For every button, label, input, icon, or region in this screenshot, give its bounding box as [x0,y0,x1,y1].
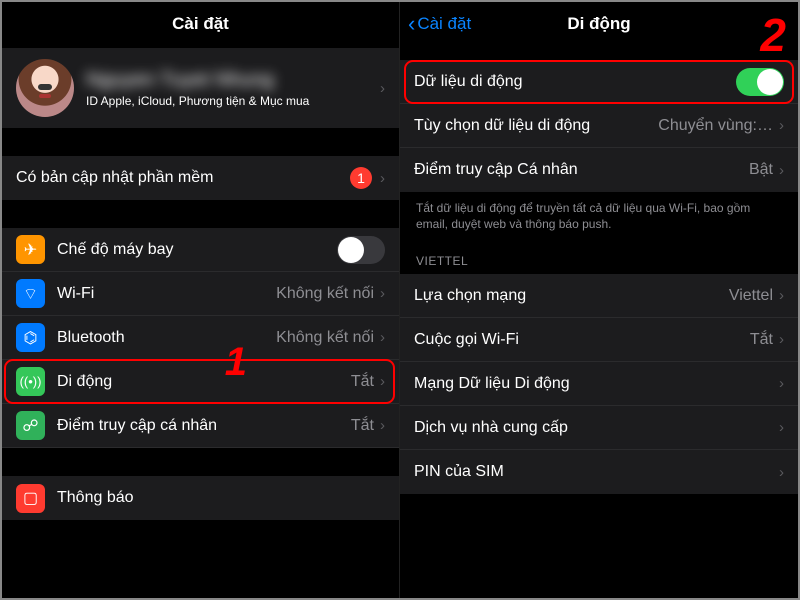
chevron-right-icon: › [380,80,385,97]
airplane-icon: ✈ [16,235,45,264]
row-value: Tắt [750,331,773,349]
avatar [16,59,74,117]
back-button[interactable]: ‹ Cài đặt [408,13,471,35]
row-label: Thông báo [57,489,385,507]
row-label: PIN của SIM [414,463,779,481]
network-selection-row[interactable]: Lựa chọn mạng Viettel › [400,274,798,318]
chevron-right-icon: › [380,170,385,187]
profile-subtitle: ID Apple, iCloud, Phương tiện & Mục mua [86,94,380,108]
notification-icon: ▢ [16,484,45,513]
row-label: Dữ liệu di động [414,73,736,91]
chevron-right-icon: › [779,331,784,348]
chevron-right-icon: › [380,285,385,302]
wifi-icon: ⌔ [16,279,45,308]
airplane-mode-row[interactable]: ✈ Chế độ máy bay [2,228,399,272]
chevron-left-icon: ‹ [408,13,415,35]
step-number: 1 [225,342,247,382]
chevron-right-icon: › [380,373,385,390]
airplane-toggle[interactable] [337,236,385,264]
settings-content: Nguyen Tuyet Nhung ID Apple, iCloud, Phư… [2,46,399,598]
data-options-row[interactable]: Tùy chọn dữ liệu di động Chuyển vùng:… › [400,104,798,148]
chevron-right-icon: › [779,117,784,134]
row-label: Chế độ máy bay [57,241,337,259]
wifi-row[interactable]: ⌔ Wi-Fi Không kết nối › [2,272,399,316]
row-value: Bật [749,161,773,179]
cellular-panel: ‹ Cài đặt Di động 2 Dữ liệu di động Tùy … [400,2,798,598]
back-label: Cài đặt [417,14,471,34]
chevron-right-icon: › [779,287,784,304]
cellular-row[interactable]: ((•)) Di động Tắt › [2,360,399,404]
badge: 1 [350,167,372,189]
sim-pin-row[interactable]: PIN của SIM › [400,450,798,494]
settings-panel: Cài đặt Nguyen Tuyet Nhung ID Apple, iCl… [2,2,400,598]
header: Cài đặt [2,2,399,46]
chevron-right-icon: › [380,329,385,346]
row-label: Wi-Fi [57,285,276,303]
chevron-right-icon: › [380,417,385,434]
row-value: Không kết nối [276,285,374,303]
chevron-right-icon: › [779,419,784,436]
hotspot-row[interactable]: ☍ Điểm truy cập cá nhân Tắt › [2,404,399,448]
chevron-right-icon: › [779,464,784,481]
chevron-right-icon: › [779,375,784,392]
header: ‹ Cài đặt Di động [400,2,798,46]
carrier-header: VIETTEL [400,236,798,274]
hotspot-icon: ☍ [16,411,45,440]
row-label: Có bản cập nhật phần mềm [16,169,350,187]
chevron-right-icon: › [779,162,784,179]
apple-id-row[interactable]: Nguyen Tuyet Nhung ID Apple, iCloud, Phư… [2,48,399,128]
footer-note: Tắt dữ liệu di động để truyền tất cả dữ … [400,192,798,236]
row-value: Tắt [351,373,374,391]
personal-hotspot-row[interactable]: Điểm truy cập Cá nhân Bật › [400,148,798,192]
row-label: Dịch vụ nhà cung cấp [414,419,779,437]
notifications-row[interactable]: ▢ Thông báo [2,476,399,520]
carrier-services-row[interactable]: Dịch vụ nhà cung cấp › [400,406,798,450]
cellular-content: Dữ liệu di động Tùy chọn dữ liệu di động… [400,46,798,598]
page-title: Di động [567,14,630,34]
bluetooth-icon: ⌬ [16,323,45,352]
profile-name: Nguyen Tuyet Nhung [86,69,380,92]
row-label: Tùy chọn dữ liệu di động [414,117,658,135]
cellular-icon: ((•)) [16,367,45,396]
profile-text: Nguyen Tuyet Nhung ID Apple, iCloud, Phư… [86,69,380,108]
page-title: Cài đặt [172,14,229,34]
bluetooth-row[interactable]: ⌬ Bluetooth Không kết nối › [2,316,399,360]
row-label: Mạng Dữ liệu Di động [414,375,779,393]
row-value: Chuyển vùng:… [658,117,773,135]
cellular-data-toggle[interactable] [736,68,784,96]
row-label: Điểm truy cập cá nhân [57,417,351,435]
row-value: Viettel [729,287,773,305]
row-label: Cuộc gọi Wi-Fi [414,331,750,349]
step-number: 2 [760,12,786,58]
row-label: Di động [57,373,351,391]
software-update-row[interactable]: Có bản cập nhật phần mềm 1 › [2,156,399,200]
data-network-row[interactable]: Mạng Dữ liệu Di động › [400,362,798,406]
row-label: Điểm truy cập Cá nhân [414,161,749,179]
row-value: Không kết nối [276,329,374,347]
wifi-calling-row[interactable]: Cuộc gọi Wi-Fi Tắt › [400,318,798,362]
row-value: Tắt [351,417,374,435]
row-label: Lựa chọn mạng [414,287,729,305]
cellular-data-row[interactable]: Dữ liệu di động [400,60,798,104]
